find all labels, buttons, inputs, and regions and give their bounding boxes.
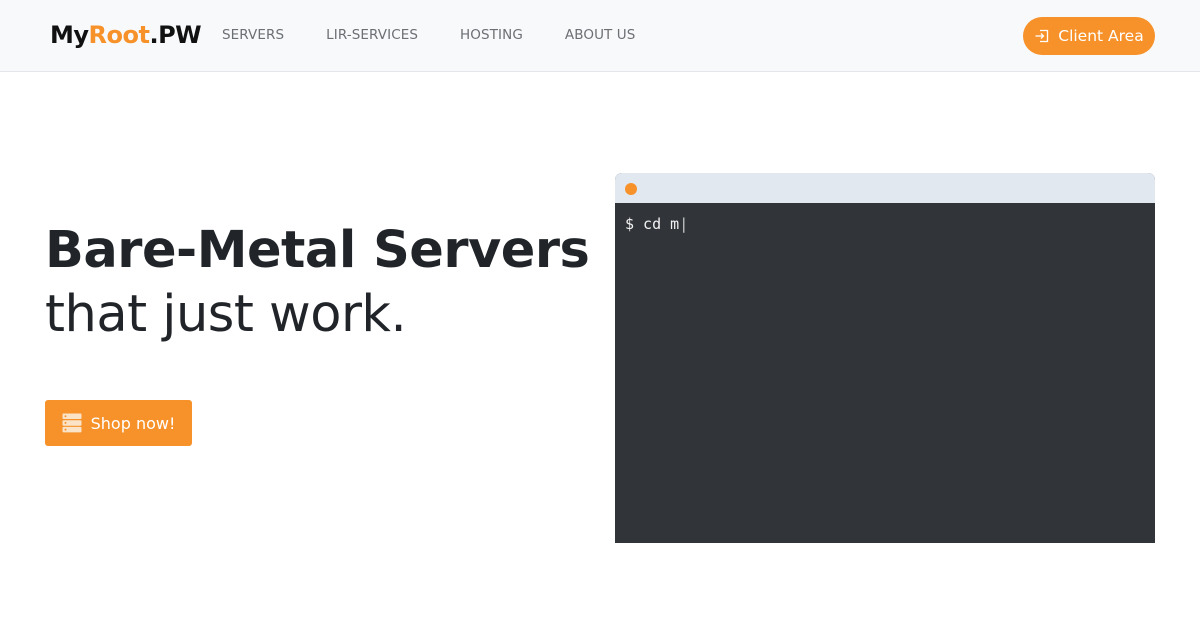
main-nav: SERVERS LIR-SERVICES HOSTING ABOUT US [222, 26, 677, 44]
logo[interactable]: MyRoot.PW [50, 20, 202, 50]
sign-in-icon [1035, 29, 1049, 43]
shop-now-button[interactable]: Shop now! [45, 400, 192, 446]
terminal-dot-icon [625, 183, 637, 195]
terminal-command: $ cd m [625, 215, 680, 233]
client-area-label: Client Area [1058, 27, 1144, 45]
navbar: MyRoot.PW SERVERS LIR-SERVICES HOSTING A… [0, 0, 1200, 72]
logo-prefix: My [50, 21, 89, 49]
nav-link-lir-services[interactable]: LIR-SERVICES [326, 26, 418, 44]
nav-link-about-us[interactable]: ABOUT US [565, 26, 636, 44]
terminal-titlebar [615, 173, 1155, 203]
nav-link-servers[interactable]: SERVERS [222, 26, 284, 44]
logo-suffix: .PW [149, 21, 202, 49]
logo-accent: Root [88, 21, 150, 49]
terminal-body: $ cd m| [615, 203, 1155, 245]
server-icon [62, 413, 82, 433]
hero-title: Bare-Metal Servers [45, 221, 590, 280]
hero-subtitle: that just work. [45, 285, 407, 344]
shop-now-label: Shop now! [90, 413, 176, 433]
nav-link-hosting[interactable]: HOSTING [460, 26, 523, 44]
client-area-button[interactable]: Client Area [1023, 17, 1155, 55]
terminal-cursor: | [679, 215, 689, 233]
terminal-window: $ cd m| [615, 173, 1155, 543]
